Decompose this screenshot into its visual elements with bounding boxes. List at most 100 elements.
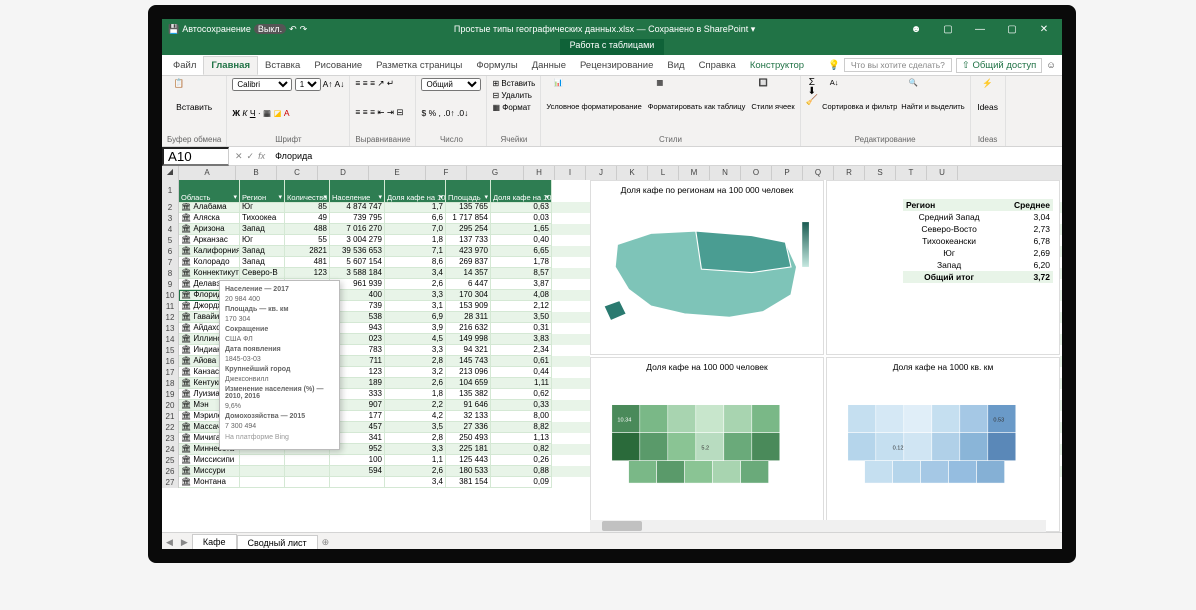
tab-help[interactable]: Справка [692, 57, 743, 74]
view-page-layout-icon[interactable]: ▥ [929, 554, 937, 564]
indent-increase-icon[interactable]: ⇥ [387, 107, 394, 117]
decrease-font-icon[interactable]: A↓ [334, 79, 344, 89]
insert-cells-button[interactable]: ⊞ Вставить [492, 78, 535, 90]
redo-icon[interactable]: ↷ [300, 24, 308, 35]
th-sqkm[interactable]: Площадь [446, 180, 491, 203]
view-page-break-icon[interactable]: ▣ [941, 554, 949, 564]
th-count[interactable]: Количество кафе [285, 180, 330, 203]
font-size-select[interactable]: 11 [295, 78, 321, 91]
align-right-icon[interactable]: ≡ [370, 107, 375, 117]
th-region[interactable]: Регион [240, 180, 285, 203]
number-format-select[interactable]: Общий [421, 78, 481, 91]
document-title: Простые типы географических данных.xlsx … [307, 24, 902, 35]
tab-formulas[interactable]: Формулы [469, 57, 524, 74]
zoom-slider[interactable] [966, 558, 1026, 561]
bold-button[interactable]: Ж [232, 108, 240, 118]
chart-regions-map[interactable]: Доля кафе по регионам на 100 000 человек [590, 180, 824, 355]
conditional-formatting-button[interactable]: 📊Условное форматирование [546, 78, 641, 111]
percent-icon[interactable]: % [429, 108, 437, 118]
zoom-in-icon[interactable]: + [1030, 554, 1035, 563]
format-as-table-button[interactable]: ▦Форматировать как таблицу [648, 78, 746, 111]
enter-formula-icon[interactable]: ✓ [247, 151, 255, 162]
chart-per-100k-map[interactable]: Доля кафе на 100 000 человек 10.345.2 [590, 357, 824, 532]
align-middle-icon[interactable]: ≡ [363, 78, 368, 88]
smiley-icon[interactable]: ☺ [1046, 60, 1056, 71]
comma-icon[interactable]: , [439, 108, 441, 118]
cell-area: 🏛 Миссисипи [179, 455, 240, 466]
ribbon-options-icon[interactable]: ▢ [934, 20, 962, 38]
align-left-icon[interactable]: ≡ [355, 107, 360, 117]
font-color-icon[interactable]: A [284, 108, 290, 118]
sheet-nav-next-icon[interactable]: ▶ [177, 537, 192, 548]
worksheet-grid[interactable]: ◢ ABCDEFG HIJKLMNOPQRSTU 1 Область Регио… [162, 166, 1062, 532]
table-row: Запад6,20 [903, 259, 1053, 271]
zoom-out-icon[interactable]: — [954, 554, 963, 563]
undo-icon[interactable]: ↶ [289, 24, 297, 35]
tab-konstruktor[interactable]: Конструктор [743, 57, 811, 74]
tab-home[interactable]: Главная [203, 56, 258, 75]
align-center-icon[interactable]: ≡ [363, 107, 368, 117]
orientation-icon[interactable]: ↗ [377, 78, 384, 88]
name-box[interactable] [162, 147, 229, 166]
fx-icon[interactable]: fx [258, 151, 265, 162]
zoom-level[interactable]: 70% [1039, 554, 1056, 563]
wrap-text-icon[interactable]: ↵ [387, 78, 394, 88]
align-bottom-icon[interactable]: ≡ [370, 78, 375, 88]
sheet-nav-prev-icon[interactable]: ◀ [162, 537, 177, 548]
user-icon[interactable]: ☻ [902, 20, 930, 38]
format-cells-button[interactable]: ▦ Формат [492, 102, 535, 114]
chart-per-1000km-map[interactable]: Доля кафе на 1000 кв. км 0.530.12 [826, 357, 1060, 532]
sheet-tab-kafe[interactable]: Кафе [192, 534, 237, 551]
th-per1000km[interactable]: Доля кафе на 1000 кв. км [491, 180, 552, 203]
cell-area: 🏛 Монтана [179, 477, 240, 488]
tab-draw[interactable]: Рисование [307, 57, 369, 74]
add-sheet-icon[interactable]: ⊕ [318, 537, 334, 548]
maximize-icon[interactable]: ▢ [998, 20, 1026, 38]
font-name-select[interactable]: Calibri [232, 78, 292, 91]
italic-button[interactable]: К [242, 108, 247, 118]
lightbulb-icon: 💡 [828, 60, 840, 71]
view-normal-icon[interactable]: ▦ [917, 554, 925, 564]
horizontal-scrollbar[interactable] [590, 520, 1046, 532]
close-icon[interactable]: ✕ [1030, 20, 1058, 38]
merge-icon[interactable]: ⊟ [396, 107, 403, 117]
border-icon[interactable]: ▦ [263, 108, 271, 118]
th-pop[interactable]: Население [330, 180, 385, 203]
cell-styles-button[interactable]: 🔲Стили ячеек [751, 78, 794, 111]
sheet-tab-summary[interactable]: Сводный лист [237, 535, 318, 550]
underline-button[interactable]: Ч [250, 108, 256, 118]
currency-icon[interactable]: $ [421, 108, 426, 118]
tab-data[interactable]: Данные [525, 57, 573, 74]
dec-decimal-icon[interactable]: .0↓ [457, 108, 468, 118]
table-row: Северо-Восто2,73 [903, 223, 1053, 235]
select-all-corner[interactable]: ◢ [162, 166, 179, 180]
tab-layout[interactable]: Разметка страницы [369, 57, 469, 74]
find-select-button[interactable]: 🔍Найти и выделить [901, 78, 964, 111]
delete-cells-button[interactable]: ⊟ Удалить [492, 90, 535, 102]
align-top-icon[interactable]: ≡ [355, 78, 360, 88]
autosave-toggle[interactable]: 💾 Автосохранение Выкл. ↶ ↷ [168, 24, 307, 35]
minimize-icon[interactable]: — [966, 20, 994, 38]
tell-me-search[interactable]: Что вы хотите сделать? [844, 58, 952, 72]
tab-view[interactable]: Вид [660, 57, 691, 74]
svg-text:10.34: 10.34 [617, 418, 631, 424]
tab-review[interactable]: Рецензирование [573, 57, 660, 74]
fill-color-icon[interactable]: ◪ [273, 108, 281, 118]
macro-record-icon[interactable]: ⏺ [197, 554, 201, 564]
tab-file[interactable]: Файл [166, 57, 203, 74]
cancel-formula-icon[interactable]: ✕ [235, 151, 243, 162]
share-button[interactable]: ⇧ Общий доступ [956, 58, 1042, 73]
ideas-icon[interactable]: ⚡ [976, 78, 1000, 102]
tab-insert[interactable]: Вставка [258, 57, 307, 74]
clear-icon[interactable]: 🧹 [806, 96, 818, 105]
formula-input[interactable]: Флорида [271, 151, 1062, 161]
sheet-tabs: ◀ ▶ Кафе Сводный лист ⊕ [162, 532, 1062, 551]
indent-decrease-icon[interactable]: ⇤ [377, 107, 384, 117]
paste-icon[interactable]: 📋 [167, 78, 191, 102]
increase-font-icon[interactable]: A↑ [323, 79, 333, 89]
th-per100k[interactable]: Доля кафе на 100 000 человек [385, 180, 446, 203]
column-headers[interactable]: ◢ ABCDEFG HIJKLMNOPQRSTU [162, 166, 1062, 180]
sort-filter-button[interactable]: A↓Сортировка и фильтр [822, 78, 897, 111]
th-area[interactable]: Область [179, 180, 240, 203]
inc-decimal-icon[interactable]: .0↑ [443, 108, 454, 118]
